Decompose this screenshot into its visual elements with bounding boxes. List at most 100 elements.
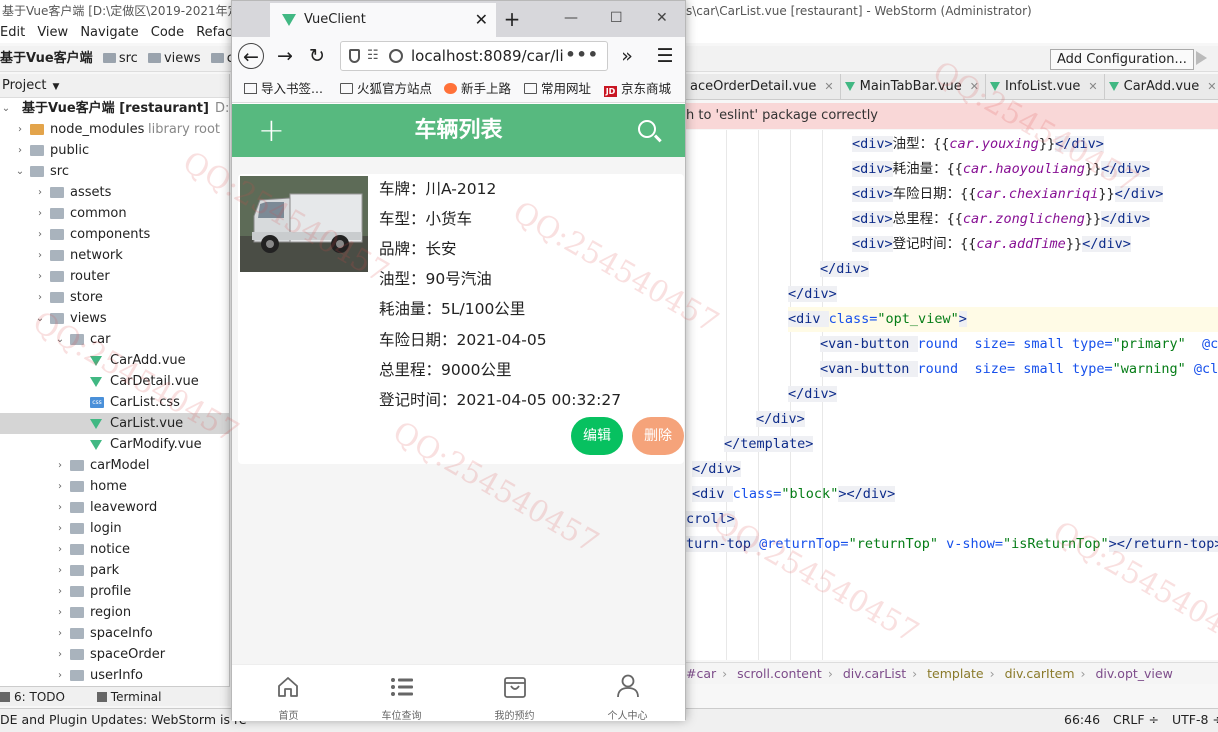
breadcrumb-item[interactable]: #car xyxy=(686,666,716,681)
chevron-right-icon[interactable]: › xyxy=(34,266,46,287)
breadcrumb-item[interactable]: scroll.content xyxy=(737,666,822,681)
tree-item[interactable]: › login xyxy=(0,518,229,539)
tree-item[interactable]: › network xyxy=(0,245,229,266)
tree-item[interactable]: css CarList.css xyxy=(0,392,229,413)
overflow-chevron-icon[interactable]: » xyxy=(614,43,640,69)
breadcrumb-item[interactable]: template xyxy=(927,666,983,681)
editor-tab[interactable]: CarAdd.vue ✕ xyxy=(1105,74,1218,99)
tree-item[interactable]: › store xyxy=(0,287,229,308)
tree-item[interactable]: CarList.vue xyxy=(0,413,229,434)
chevron-right-icon[interactable]: › xyxy=(14,140,26,161)
run-icon[interactable] xyxy=(1196,51,1207,65)
menu-edit[interactable]: Edit xyxy=(0,25,25,40)
editor-tab[interactable]: aceOrderDetail.vue ✕ xyxy=(686,74,841,99)
forward-button[interactable]: → xyxy=(272,43,298,69)
chevron-right-icon[interactable]: › xyxy=(54,518,66,539)
bookmark-firefox-site[interactable]: 火狐官方站点 xyxy=(340,75,432,102)
tab-home[interactable]: 首页 xyxy=(232,665,345,721)
breadcrumb-item[interactable]: div.opt_view xyxy=(1095,666,1172,681)
tree-item[interactable]: › leaveword xyxy=(0,497,229,518)
tree-item[interactable]: › components xyxy=(0,224,229,245)
tab-parking-search[interactable]: 车位查询 xyxy=(345,665,458,721)
close-tab-icon[interactable]: ✕ xyxy=(475,3,488,37)
close-window-icon[interactable]: ✕ xyxy=(656,1,668,35)
tree-item[interactable]: CarAdd.vue xyxy=(0,350,229,371)
car-item[interactable]: 车牌：川A-2012 车型：小货车 品牌：长安 油型：90号汽油 耗油量：5L/… xyxy=(238,174,684,464)
chevron-right-icon[interactable]: › xyxy=(34,182,46,203)
tree-item[interactable]: ⌄ views xyxy=(0,308,229,329)
close-icon[interactable]: ✕ xyxy=(1207,80,1216,93)
close-icon[interactable]: ✕ xyxy=(824,80,833,93)
nav-crumb-views[interactable]: views xyxy=(147,46,201,72)
bookmark-import[interactable]: 导入书签... xyxy=(244,75,323,102)
todo-toolwindow[interactable]: 6: TODO xyxy=(0,690,79,704)
tree-item[interactable]: › spaceInfo xyxy=(0,623,229,644)
chevron-right-icon[interactable]: › xyxy=(54,560,66,581)
chevron-right-icon[interactable]: › xyxy=(54,539,66,560)
chevron-right-icon[interactable]: › xyxy=(54,455,66,476)
tab-profile[interactable]: 个人中心 xyxy=(571,665,684,721)
menu-code[interactable]: Code xyxy=(151,25,184,40)
chevron-right-icon[interactable]: › xyxy=(54,581,66,602)
tree-item[interactable]: ⌄ car xyxy=(0,329,229,350)
chevron-right-icon[interactable]: › xyxy=(54,665,66,686)
url-text[interactable]: localhost:8089/car/li xyxy=(411,42,579,70)
info-icon[interactable] xyxy=(389,49,403,63)
tree-item[interactable]: › region xyxy=(0,602,229,623)
tree-item[interactable]: › notice xyxy=(0,539,229,560)
tree-item[interactable]: › node_modules library root xyxy=(0,119,229,140)
line-separator[interactable]: CRLF ÷ xyxy=(1113,712,1159,727)
chevron-right-icon[interactable]: › xyxy=(34,245,46,266)
tab-my-reservations[interactable]: 我的预约 xyxy=(458,665,571,721)
tree-item[interactable]: › common xyxy=(0,203,229,224)
tree-item[interactable]: › profile xyxy=(0,581,229,602)
bookmark-jd-mall[interactable]: JD 京东商城 xyxy=(604,75,671,102)
file-encoding[interactable]: UTF-8 ÷ xyxy=(1172,712,1218,727)
nav-crumb-src[interactable]: src xyxy=(102,46,138,72)
chevron-right-icon[interactable]: › xyxy=(34,203,46,224)
search-icon[interactable] xyxy=(638,120,656,138)
menu-view[interactable]: View xyxy=(37,25,68,40)
chevron-right-icon[interactable]: › xyxy=(54,602,66,623)
close-icon[interactable]: ✕ xyxy=(1088,80,1097,93)
chevron-down-icon[interactable]: ⌄ xyxy=(14,161,26,182)
breadcrumb-item[interactable]: div.carList xyxy=(843,666,906,681)
chevron-down-icon[interactable]: ⌄ xyxy=(34,308,46,329)
tree-root[interactable]: ⌄ 基于Vue客户端 [restaurant] D:\定做 xyxy=(0,98,229,119)
more-options-icon[interactable]: ••• xyxy=(565,42,599,68)
tree-item[interactable]: ⌄ src xyxy=(0,161,229,182)
chevron-right-icon[interactable]: › xyxy=(54,497,66,518)
chevron-right-icon[interactable]: › xyxy=(34,224,46,245)
permissions-icon[interactable]: ☷ xyxy=(367,42,379,70)
chevron-right-icon[interactable]: › xyxy=(54,644,66,665)
tree-item[interactable]: › carModel xyxy=(0,455,229,476)
nav-crumb-project[interactable]: 基于Vue客户端 xyxy=(0,46,93,72)
minimize-icon[interactable]: — xyxy=(564,1,578,35)
chevron-down-icon[interactable]: ⌄ xyxy=(54,329,66,350)
shield-icon[interactable] xyxy=(349,49,360,63)
browser-tab[interactable]: VueClient ✕ xyxy=(270,3,496,37)
maximize-icon[interactable]: ☐ xyxy=(610,1,623,35)
breadcrumb-item[interactable]: div.carItem xyxy=(1005,666,1075,681)
back-button[interactable]: ← xyxy=(238,43,264,69)
project-header[interactable]: Project ▼ xyxy=(0,74,229,98)
tree-item[interactable]: › assets xyxy=(0,182,229,203)
tree-item[interactable]: › park xyxy=(0,560,229,581)
reload-button[interactable]: ↻ xyxy=(304,43,330,69)
menu-navigate[interactable]: Navigate xyxy=(80,25,138,40)
chevron-right-icon[interactable]: › xyxy=(34,287,46,308)
chevron-right-icon[interactable]: › xyxy=(54,476,66,497)
hamburger-menu-icon[interactable]: ☰ xyxy=(652,43,678,69)
chevron-right-icon[interactable]: › xyxy=(54,623,66,644)
tree-item[interactable]: › userInfo xyxy=(0,665,229,686)
add-configuration-button[interactable]: Add Configuration... xyxy=(1050,49,1194,70)
chevron-right-icon[interactable]: › xyxy=(14,119,26,140)
editor-tab[interactable]: InfoList.vue ✕ xyxy=(986,74,1105,99)
new-tab-button[interactable]: + xyxy=(502,1,522,37)
tree-item[interactable]: CarModify.vue xyxy=(0,434,229,455)
code-editor[interactable]: <div>油型：{{car.youxing}}</div> <div>耗油量：{… xyxy=(686,130,1218,660)
bookmark-getting-started[interactable]: 新手上路 xyxy=(444,75,511,102)
tree-item[interactable]: › router xyxy=(0,266,229,287)
url-bar[interactable]: ☷ localhost:8089/car/li ••• xyxy=(340,41,608,71)
tree-item[interactable]: › public xyxy=(0,140,229,161)
